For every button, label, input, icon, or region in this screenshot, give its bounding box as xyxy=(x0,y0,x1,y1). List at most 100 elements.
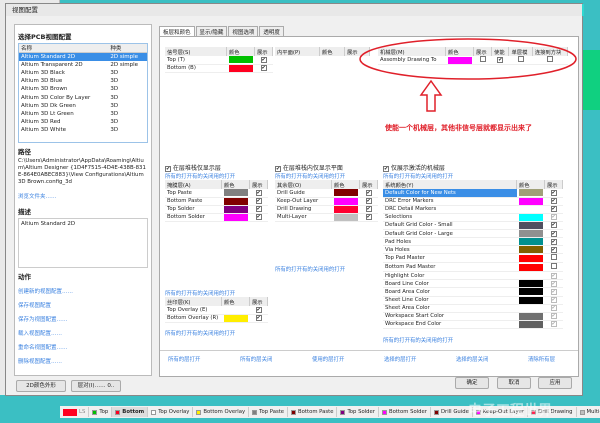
config-row[interactable]: Altium 3D Black 3D xyxy=(19,69,147,77)
system-header[interactable]: 颜色 xyxy=(516,180,545,189)
system-layer-row[interactable]: Default Color for New Nets ✔ xyxy=(383,189,563,198)
color-swatch[interactable] xyxy=(223,213,248,221)
color-swatch[interactable] xyxy=(228,64,253,72)
show-checkbox[interactable]: ✔ xyxy=(550,305,557,312)
action-link[interactable]: 删除视图配置…… xyxy=(18,357,148,365)
mask-toggle-link[interactable]: 所有的打开有的关闭用的打开 xyxy=(165,172,235,180)
layer-tab[interactable]: Top xyxy=(89,407,113,417)
show-checkbox[interactable]: ✔ xyxy=(550,214,557,221)
system-layer-row[interactable]: Board Area Color ✔ xyxy=(383,287,563,297)
bulk-layer-link[interactable]: 所有的层打开 xyxy=(168,355,200,363)
show-checkbox[interactable]: ✔ xyxy=(255,206,262,213)
color-swatch[interactable] xyxy=(518,213,543,221)
show-checkbox[interactable]: ✔ xyxy=(550,246,557,253)
mask-layer-row[interactable]: Top Solder ✔ xyxy=(165,205,268,214)
show-checkbox[interactable] xyxy=(550,263,557,270)
show-checkbox[interactable]: ✔ xyxy=(550,206,557,213)
color-swatch[interactable] xyxy=(518,189,543,197)
config-row[interactable]: Altium 3D White 3D xyxy=(19,126,147,134)
color-swatch[interactable] xyxy=(518,312,543,320)
config-list[interactable]: 名称 种类 Altium Standard 2D 2D simple Altium Tr… xyxy=(18,43,148,143)
signal-header[interactable]: 颜色 xyxy=(226,47,255,56)
show-checkbox[interactable]: ✔ xyxy=(550,280,557,287)
action-link[interactable]: 保存为视图配置…… xyxy=(18,315,148,323)
tab-3[interactable]: 透明度 xyxy=(259,26,284,36)
color-swatch[interactable] xyxy=(223,197,248,205)
show-checkbox[interactable]: ✔ xyxy=(365,206,372,213)
system-layer-row[interactable]: DRC Error Markers ✔ xyxy=(383,197,563,206)
system-layer-row[interactable]: Default Grid Color - Large ✔ xyxy=(383,229,563,239)
col-name[interactable]: 名称 xyxy=(19,44,109,53)
bulk-layer-link[interactable]: 所有的层关闭 xyxy=(240,355,272,363)
2d-color-profile-button[interactable]: 2D颜色外形 xyxy=(16,380,66,392)
show-checkbox[interactable]: ✔ xyxy=(550,297,557,304)
tab-2[interactable]: 视图选项 xyxy=(228,26,259,36)
system-layer-row[interactable]: Sheet Area Color ✔ xyxy=(383,304,563,313)
show-checkbox[interactable]: ✔ xyxy=(260,65,267,72)
silk-layer-row[interactable]: Top Overlay (E) ✔ xyxy=(165,306,268,315)
show-checkbox[interactable]: ✔ xyxy=(550,288,557,295)
silk-header[interactable]: 展示 xyxy=(249,297,268,306)
layer-tab[interactable]: Bottom Solder xyxy=(379,407,431,417)
bulk-layer-link[interactable]: 清除所有层 xyxy=(528,355,555,363)
color-swatch[interactable] xyxy=(223,189,248,197)
signal-layer-row[interactable]: Top (T) ✔ xyxy=(165,56,273,65)
layer-tab[interactable]: Top Overlay xyxy=(148,407,194,417)
mask-layer-row[interactable]: Top Paste ✔ xyxy=(165,189,268,198)
show-checkbox[interactable]: ✔ xyxy=(550,222,557,229)
bulk-layer-link[interactable]: 使用的层打开 xyxy=(312,355,344,363)
color-swatch[interactable] xyxy=(518,197,543,205)
color-swatch[interactable] xyxy=(518,246,543,254)
other-layer-row[interactable]: Drill Guide ✔ xyxy=(275,189,378,198)
plane-header[interactable]: 内平面(P) xyxy=(275,47,320,56)
show-checkbox[interactable]: ✔ xyxy=(260,56,267,63)
plane-header[interactable]: 颜色 xyxy=(319,47,345,56)
other-toggle-link[interactable]: 所有的打开有的关闭用的打开 xyxy=(275,172,345,180)
color-swatch[interactable] xyxy=(333,205,358,213)
system-layer-row[interactable]: DRC Detail Markers ✔ xyxy=(383,205,563,214)
current-layer-indicator[interactable]: LS xyxy=(60,407,90,417)
config-row[interactable]: Altium 3D Red 3D xyxy=(19,118,147,126)
mask-layer-row[interactable]: Bottom Paste ✔ xyxy=(165,197,268,206)
layer-tab[interactable]: Bottom xyxy=(112,407,149,417)
color-swatch[interactable] xyxy=(518,230,543,238)
system-header[interactable]: 展示 xyxy=(544,180,563,189)
color-swatch[interactable] xyxy=(518,280,543,288)
silk-layer-row[interactable]: Bottom Overlay (R) ✔ xyxy=(165,314,268,323)
color-swatch[interactable] xyxy=(223,306,248,314)
color-swatch[interactable] xyxy=(333,197,358,205)
color-swatch[interactable] xyxy=(518,320,543,328)
action-link[interactable]: 重命名视图配置…… xyxy=(18,343,148,351)
silk-header[interactable]: 颜色 xyxy=(221,297,250,306)
show-checkbox[interactable]: ✔ xyxy=(255,315,262,322)
show-checkbox[interactable]: ✔ xyxy=(255,189,262,196)
browse-folder-link[interactable]: 浏览文件夹…… xyxy=(18,192,148,200)
mask-header[interactable]: 掩膜层(A) xyxy=(165,180,222,189)
silk-toggle-link[interactable]: 所有的打开有的关闭用的打开 xyxy=(165,329,235,337)
other-layer-row[interactable]: Multi-Layer ✔ xyxy=(275,213,378,222)
signal-header[interactable]: 信号层(S) xyxy=(165,47,227,56)
config-row[interactable]: Altium 3D Dk Green 3D xyxy=(19,102,147,110)
show-checkbox[interactable]: ✔ xyxy=(550,198,557,205)
tab-0[interactable]: 板层和颜色 xyxy=(159,26,195,36)
silk-header[interactable]: 丝印层(K) xyxy=(165,297,222,306)
system-layer-row[interactable]: Pad Holes ✔ xyxy=(383,237,563,247)
color-swatch[interactable] xyxy=(223,205,248,213)
system-layer-row[interactable]: Sheet Line Color ✔ xyxy=(383,296,563,305)
config-row[interactable]: Altium Transparent 2D 2D simple xyxy=(19,61,147,69)
color-swatch[interactable] xyxy=(333,189,358,197)
layer-tab[interactable]: Top Paste xyxy=(249,407,289,417)
show-checkbox[interactable]: ✔ xyxy=(255,198,262,205)
system-layer-row[interactable]: Selections ✔ xyxy=(383,213,563,222)
show-checkbox[interactable]: ✔ xyxy=(550,230,557,237)
other-layer-row[interactable]: Drill Drawing ✔ xyxy=(275,205,378,214)
active-mech-only-checkbox[interactable]: ✔ 仅展示激活的机械层 xyxy=(383,163,445,172)
bulk-layer-link[interactable]: 选择的层关闭 xyxy=(456,355,488,363)
color-swatch[interactable] xyxy=(518,254,543,262)
mask-toggle-link-2[interactable]: 所有的打开有的关闭用的打开 xyxy=(165,289,235,297)
other-header[interactable]: 其余层(O) xyxy=(275,180,332,189)
signal-header[interactable]: 展示 xyxy=(254,47,273,56)
config-row[interactable]: Altium 3D Color By Layer 3D xyxy=(19,93,147,101)
show-checkbox[interactable]: ✔ xyxy=(550,321,557,328)
color-swatch[interactable] xyxy=(518,272,543,280)
